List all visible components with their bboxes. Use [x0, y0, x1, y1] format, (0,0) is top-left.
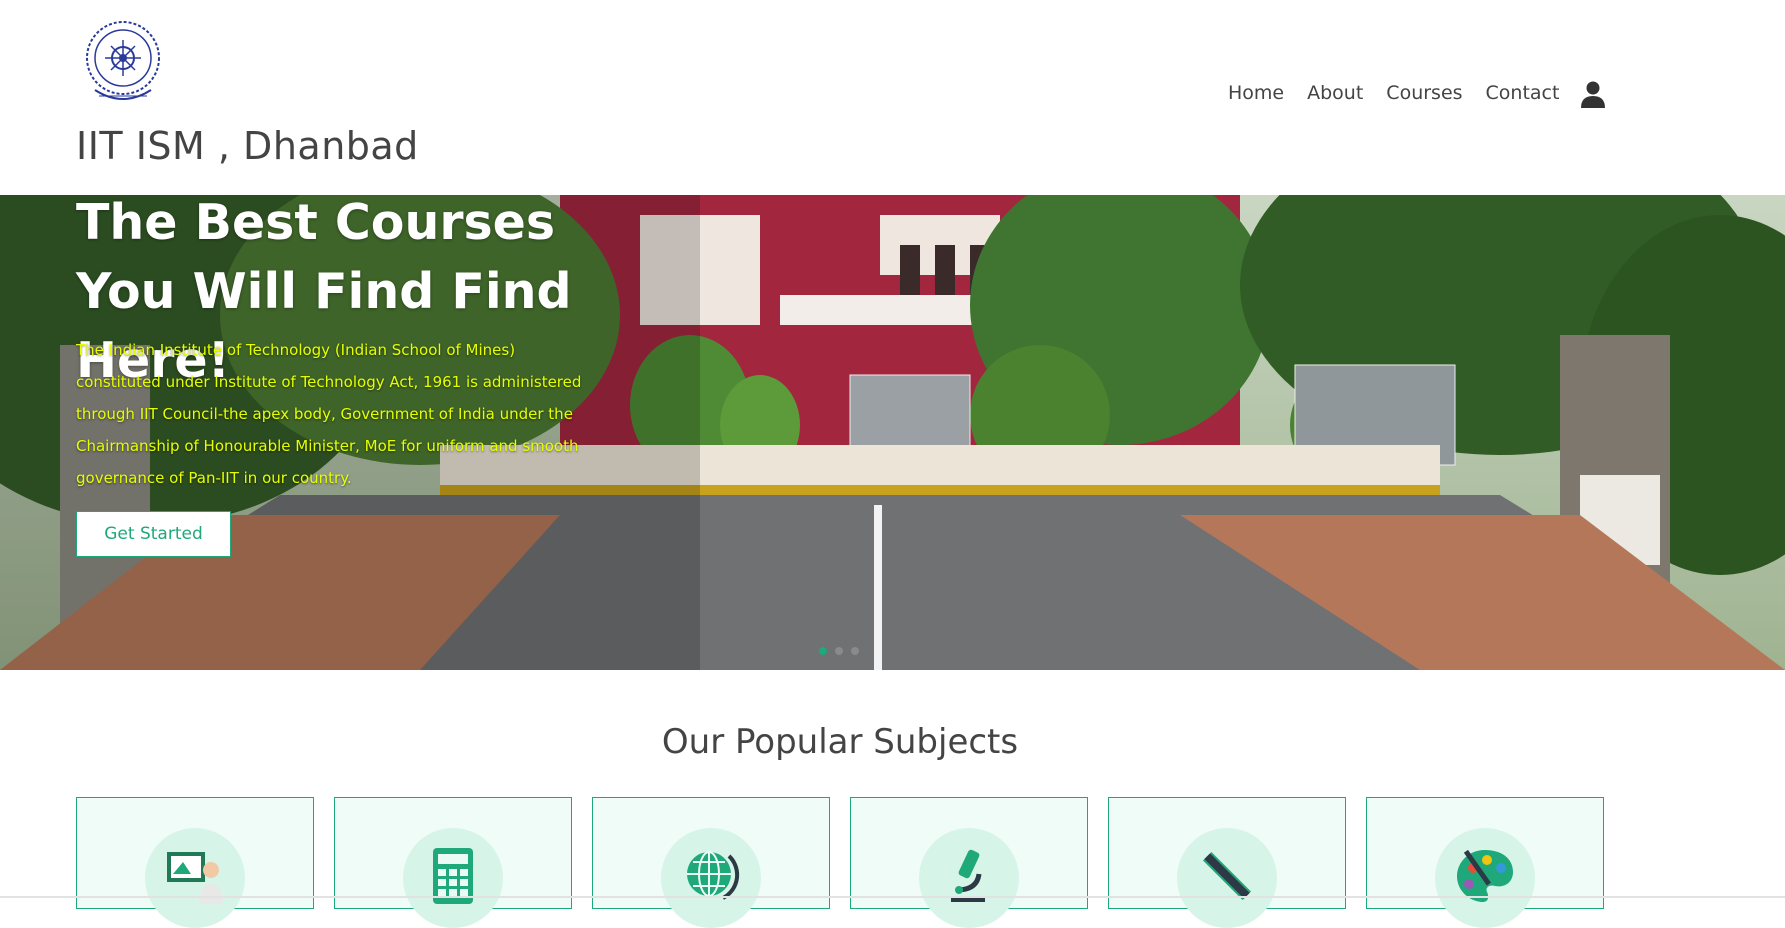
- iit-ism-emblem-icon[interactable]: [81, 18, 165, 110]
- subject-card[interactable]: [76, 797, 314, 928]
- get-started-button[interactable]: Get Started: [76, 511, 231, 557]
- user-icon[interactable]: [1581, 80, 1605, 108]
- microscope-icon: [951, 849, 985, 902]
- nav-courses[interactable]: Courses: [1386, 82, 1462, 104]
- main-nav: Home About Courses Contact: [1228, 82, 1582, 104]
- globe-icon: [687, 851, 740, 900]
- teacher-board-icon: [167, 852, 223, 904]
- subject-card[interactable]: [1108, 797, 1346, 928]
- subject-card[interactable]: [1366, 797, 1604, 928]
- carousel-dot-1[interactable]: [819, 647, 827, 655]
- palette-icon: [1457, 849, 1513, 902]
- carousel-dot-3[interactable]: [851, 647, 859, 655]
- site-header: IIT ISM , Dhanbad Home About Courses Con…: [0, 0, 1785, 195]
- carousel-indicators: [819, 647, 859, 655]
- subject-card[interactable]: [334, 797, 572, 928]
- subject-card[interactable]: [592, 797, 830, 928]
- subject-card[interactable]: [850, 797, 1088, 928]
- popular-subjects-title: Our Popular Subjects: [661, 722, 1019, 762]
- hero-description: The Indian Institute of Technology (Indi…: [76, 341, 582, 487]
- nav-home[interactable]: Home: [1228, 82, 1284, 104]
- ruler-pencil-icon: [1202, 851, 1252, 901]
- site-title: IIT ISM , Dhanbad: [76, 124, 419, 168]
- carousel-dot-2[interactable]: [835, 647, 843, 655]
- nav-about[interactable]: About: [1307, 82, 1363, 104]
- nav-contact[interactable]: Contact: [1486, 82, 1560, 104]
- calculator-icon: [433, 848, 473, 904]
